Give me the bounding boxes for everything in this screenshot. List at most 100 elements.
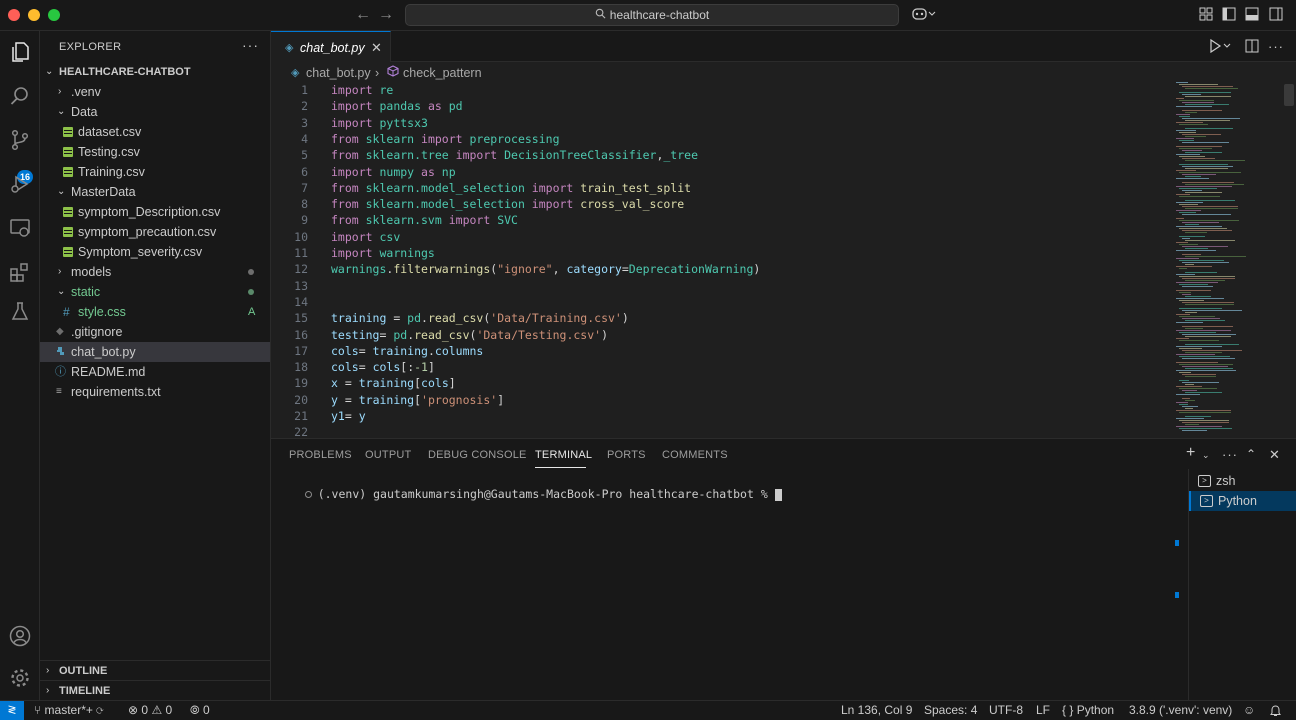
remote-indicator-icon[interactable]: ≷ [0, 701, 24, 720]
maximize-window-button[interactable] [48, 9, 60, 21]
minimap-line [1182, 326, 1233, 327]
code-line[interactable]: 21 y1= y [271, 408, 1171, 424]
code-line[interactable]: 7 from sklearn.model_selection import tra… [271, 180, 1171, 196]
terminal-item-python[interactable]: > Python [1189, 491, 1296, 511]
code-line[interactable]: 10 import csv [271, 229, 1171, 245]
minimize-window-button[interactable] [28, 9, 40, 21]
tree-folder-data[interactable]: ⌄ Data [40, 102, 270, 122]
code-line[interactable]: 22 [271, 424, 1171, 438]
code-line[interactable]: 11 import warnings [271, 245, 1171, 261]
run-debug-icon[interactable] [8, 172, 32, 196]
split-editor-icon[interactable] [1245, 39, 1259, 56]
editor-scrollbar-thumb[interactable] [1284, 84, 1294, 106]
tab-comments[interactable]: COMMENTS [662, 449, 728, 461]
remote-explorer-icon[interactable] [8, 216, 32, 240]
code-line[interactable]: 17 cols= training.columns [271, 343, 1171, 359]
editor-more-actions-icon[interactable]: ··· [1268, 39, 1284, 54]
python-interpreter[interactable]: 3.8.9 ('.venv': venv) [1129, 701, 1232, 720]
toggle-secondary-sidebar-icon[interactable] [1269, 7, 1283, 21]
workspace-root[interactable]: ⌄ HEALTHCARE-CHATBOT [40, 62, 270, 82]
chevron-down-icon[interactable]: ⌄ [1202, 450, 1210, 461]
settings-gear-icon[interactable] [8, 666, 32, 690]
code-line[interactable]: 5 from sklearn.tree import DecisionTreeCl… [271, 147, 1171, 163]
tree-file-requirements-txt[interactable]: ≡ requirements.txt [40, 382, 270, 402]
ports-indicator[interactable]: ⦾ 0 [190, 701, 210, 720]
command-center-search[interactable]: healthcare-chatbot [405, 4, 899, 26]
code-line[interactable]: 4 from sklearn import preprocessing [271, 131, 1171, 147]
forward-arrow-icon[interactable]: → [378, 6, 394, 24]
tree-file-chat-bot-py[interactable]: chat_bot.py [40, 342, 270, 362]
tab-debug-console[interactable]: DEBUG CONSOLE [428, 449, 527, 461]
tree-file-symptom-severity-csv[interactable]: Symptom_severity.csv [40, 242, 270, 262]
tree-file-gitignore[interactable]: ◆ .gitignore [40, 322, 270, 342]
branch-indicator[interactable]: ⑂ master*+ ⟳ [34, 701, 103, 720]
close-tab-icon[interactable]: ✕ [371, 40, 382, 56]
tree-folder-static[interactable]: ⌄ static [40, 282, 270, 302]
minimap-line [1185, 120, 1230, 121]
run-python-file-icon[interactable] [1209, 38, 1233, 56]
tab-ports[interactable]: PORTS [607, 449, 646, 461]
code-line[interactable]: 9 from sklearn.svm import SVC [271, 212, 1171, 228]
minimap[interactable] [1176, 82, 1276, 438]
tree-folder-models[interactable]: › models [40, 262, 270, 282]
code-line[interactable]: 1 import re [271, 82, 1171, 98]
tree-folder-masterdata[interactable]: ⌄ MasterData [40, 182, 270, 202]
copilot-status-icon[interactable]: ☺ [1243, 701, 1255, 720]
customize-layout-icon[interactable] [1199, 7, 1213, 21]
line-ending[interactable]: LF [1036, 701, 1050, 720]
terminal-item-zsh[interactable]: > zsh [1189, 471, 1296, 491]
language-mode[interactable]: { } Python [1062, 701, 1114, 720]
tab-terminal[interactable]: TERMINAL [535, 449, 592, 461]
tree-file-readme-md[interactable]: ⓘ README.md [40, 362, 270, 382]
breadcrumb-symbol[interactable]: check_pattern [403, 62, 482, 84]
tab-problems[interactable]: PROBLEMS [289, 449, 352, 461]
code-line[interactable]: 6 import numpy as np [271, 164, 1171, 180]
maximize-panel-icon[interactable]: ⌃ [1246, 447, 1256, 461]
code-line[interactable]: 14 [271, 294, 1171, 310]
code-line[interactable]: 3 import pyttsx3 [271, 115, 1171, 131]
code-line[interactable]: 18 cols= cols[:-1] [271, 359, 1171, 375]
copilot-icon[interactable] [912, 7, 936, 21]
breadcrumb-file[interactable]: chat_bot.py [306, 62, 371, 84]
terminal-output[interactable]: (.venv) gautamkumarsingh@Gautams-MacBook… [277, 473, 782, 515]
timeline-section[interactable]: › TIMELINE [40, 680, 270, 700]
new-terminal-icon[interactable]: + [1186, 444, 1195, 462]
code-line[interactable]: 20 y = training['prognosis'] [271, 392, 1171, 408]
problems-indicator[interactable]: ⊗ 0 ⚠ 0 [128, 701, 172, 720]
back-arrow-icon[interactable]: ← [355, 6, 371, 24]
code-line[interactable]: 2 import pandas as pd [271, 98, 1171, 114]
tree-file-symptom-description-csv[interactable]: symptom_Description.csv [40, 202, 270, 222]
code-line[interactable]: 15 training = pd.read_csv('Data/Training.… [271, 310, 1171, 326]
code-line[interactable]: 8 from sklearn.model_selection import cro… [271, 196, 1171, 212]
outline-section[interactable]: › OUTLINE [40, 660, 270, 680]
search-icon[interactable] [8, 84, 32, 108]
tab-output[interactable]: OUTPUT [365, 449, 411, 461]
close-panel-icon[interactable]: ✕ [1269, 447, 1280, 463]
encoding[interactable]: UTF-8 [989, 701, 1023, 720]
tree-file-testing-csv[interactable]: Testing.csv [40, 142, 270, 162]
code-editor[interactable]: 1 import re 2 import pandas as pd 3 import py… [271, 82, 1171, 438]
explorer-icon[interactable] [8, 40, 32, 64]
code-line[interactable]: 12 warnings.filterwarnings("ignore", cate… [271, 261, 1171, 277]
account-icon[interactable] [8, 624, 32, 648]
cursor-position[interactable]: Ln 136, Col 9 [841, 701, 912, 720]
tree-file-dataset-csv[interactable]: dataset.csv [40, 122, 270, 142]
close-window-button[interactable] [8, 9, 20, 21]
more-actions-icon[interactable]: ··· [242, 37, 259, 53]
tree-file-training-csv[interactable]: Training.csv [40, 162, 270, 182]
testing-flask-icon[interactable] [8, 300, 32, 324]
code-line[interactable]: 13 [271, 278, 1171, 294]
source-control-icon[interactable] [8, 128, 32, 152]
tree-file-symptom-precaution-csv[interactable]: symptom_precaution.csv [40, 222, 270, 242]
code-line[interactable]: 16 testing= pd.read_csv('Data/Testing.csv… [271, 327, 1171, 343]
panel-more-actions-icon[interactable]: ··· [1222, 447, 1238, 462]
toggle-panel-icon[interactable] [1245, 7, 1259, 21]
extensions-icon[interactable] [8, 260, 32, 284]
indentation[interactable]: Spaces: 4 [924, 701, 977, 720]
tree-folder-venv[interactable]: › .venv [40, 82, 270, 102]
tab-chat-bot-py[interactable]: ◈ chat_bot.py ✕ [271, 31, 391, 62]
notifications-bell-icon[interactable] [1270, 701, 1281, 720]
toggle-sidebar-icon[interactable] [1222, 7, 1236, 21]
code-line[interactable]: 19 x = training[cols] [271, 375, 1171, 391]
tree-file-style-css[interactable]: # style.css A [40, 302, 270, 322]
